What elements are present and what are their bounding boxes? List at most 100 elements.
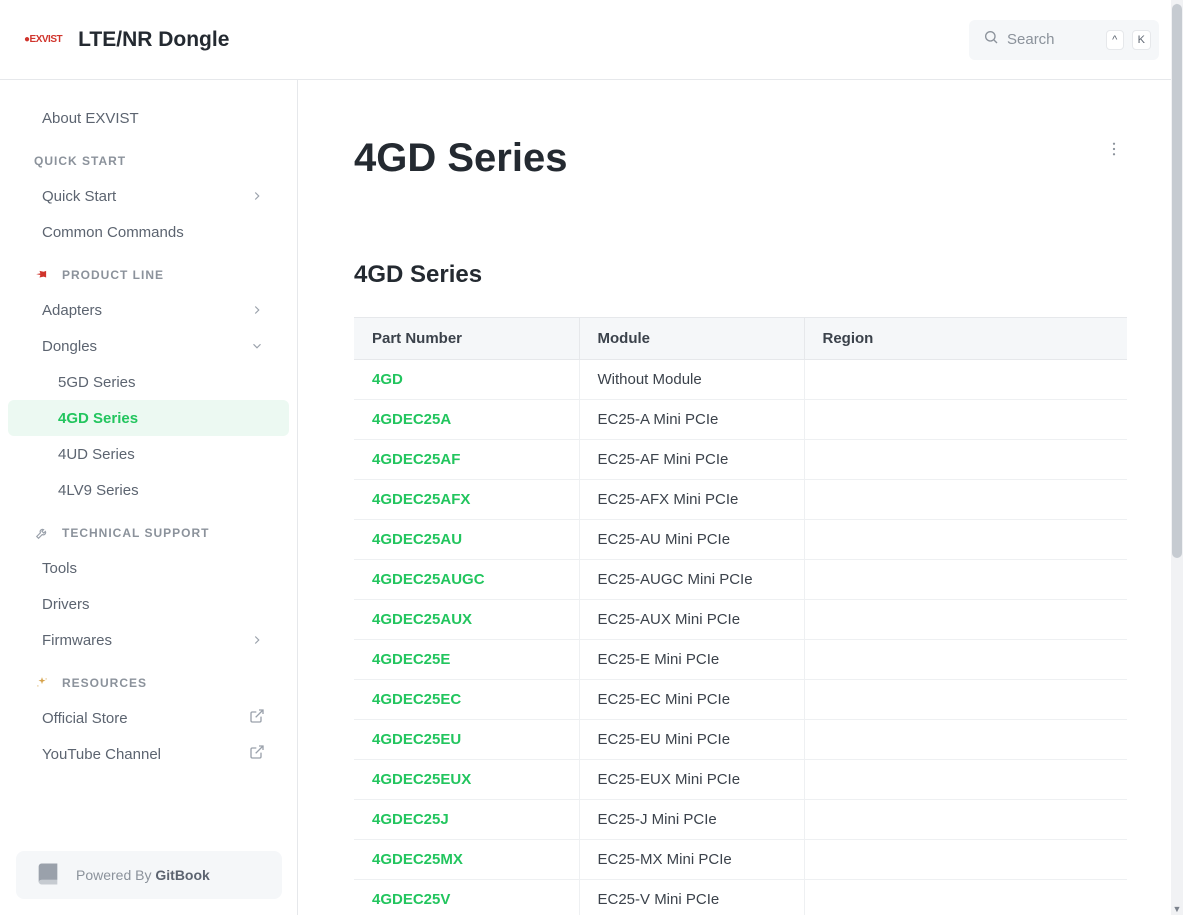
tools-icon [34,526,50,540]
table-row: 4GDEC25EUX EC25-EUX Mini PCIe [354,760,1127,800]
sidebar-item-official-store[interactable]: Official Store [8,700,289,736]
part-number-link[interactable]: 4GDEC25AFX [372,491,470,508]
search-button[interactable]: Search ^ K [969,20,1159,60]
cell-region [804,760,1127,800]
part-number-link[interactable]: 4GDEC25EU [372,731,461,748]
cell-module: EC25-J Mini PCIe [579,800,804,840]
table-row: 4GDEC25AFX EC25-AFX Mini PCIe [354,480,1127,520]
cell-part-number: 4GD [354,360,579,400]
chevron-right-icon [249,632,265,648]
sidebar-item-5gd[interactable]: 5GD Series [8,364,289,400]
part-number-link[interactable]: 4GDEC25A [372,411,451,428]
sidebar-item-label: Quick Start [42,188,116,205]
powered-by-gitbook[interactable]: Powered By GitBook [16,851,282,899]
sidebar-item-about[interactable]: About EXVIST [8,100,289,136]
sidebar-item-4ud[interactable]: 4UD Series [8,436,289,472]
part-number-link[interactable]: 4GDEC25V [372,891,450,908]
sidebar-item-quick-start[interactable]: Quick Start [8,178,289,214]
sidebar-section-product-line: PRODUCT LINE [0,250,297,292]
part-number-link[interactable]: 4GDEC25AUGC [372,571,485,588]
sidebar-item-youtube[interactable]: YouTube Channel [8,736,289,772]
sidebar-item-label: About EXVIST [42,110,139,127]
sidebar-item-label: Dongles [42,338,97,355]
sidebar-item-label: 4LV9 Series [58,482,139,499]
sidebar-item-label: 5GD Series [58,374,136,391]
part-number-link[interactable]: 4GDEC25MX [372,851,463,868]
sidebar-item-4lv9[interactable]: 4LV9 Series [8,472,289,508]
cell-part-number: 4GDEC25AFX [354,480,579,520]
sidebar-item-firmwares[interactable]: Firmwares [8,622,289,658]
powered-text: Powered By GitBook [76,867,210,883]
cell-part-number: 4GDEC25AU [354,520,579,560]
part-number-link[interactable]: 4GDEC25EUX [372,771,471,788]
cell-module: Without Module [579,360,804,400]
scroll-down-arrow[interactable]: ▼ [1171,903,1183,915]
sidebar-item-4gd[interactable]: 4GD Series [8,400,289,436]
cell-region [804,560,1127,600]
cell-part-number: 4GDEC25V [354,880,579,915]
sidebar: About EXVIST QUICK START Quick Start Com… [0,80,298,915]
cell-module: EC25-EUX Mini PCIe [579,760,804,800]
part-number-link[interactable]: 4GDEC25AUX [372,611,472,628]
cell-region [804,360,1127,400]
cell-region [804,600,1127,640]
sidebar-item-common-commands[interactable]: Common Commands [8,214,289,250]
part-number-link[interactable]: 4GDEC25J [372,811,449,828]
cell-part-number: 4GDEC25E [354,640,579,680]
chevron-down-icon [249,338,265,354]
cell-region [804,640,1127,680]
sidebar-item-label: YouTube Channel [42,746,161,763]
table-row: 4GDEC25J EC25-J Mini PCIe [354,800,1127,840]
cell-module: EC25-AU Mini PCIe [579,520,804,560]
header: ●EXVIST LTE/NR Dongle Search ^ K [0,0,1183,80]
cell-module: EC25-AFX Mini PCIe [579,480,804,520]
part-number-link[interactable]: 4GDEC25AU [372,531,462,548]
cell-part-number: 4GDEC25A [354,400,579,440]
part-number-link[interactable]: 4GDEC25EC [372,691,461,708]
cell-part-number: 4GDEC25EC [354,680,579,720]
page-actions-menu[interactable] [1101,136,1127,167]
main-content: 4GD Series 4GD Series Part Number Module… [298,80,1183,915]
sidebar-item-drivers[interactable]: Drivers [8,586,289,622]
cell-part-number: 4GDEC25EU [354,720,579,760]
cell-module: EC25-AF Mini PCIe [579,440,804,480]
cell-module: EC25-AUGC Mini PCIe [579,560,804,600]
sidebar-item-adapters[interactable]: Adapters [8,292,289,328]
site-title[interactable]: LTE/NR Dongle [78,28,229,52]
cell-module: EC25-E Mini PCIe [579,640,804,680]
part-number-link[interactable]: 4GDEC25E [372,651,450,668]
page-scrollbar[interactable]: ▲ ▼ [1171,0,1183,915]
col-module: Module [579,318,804,360]
cell-region [804,440,1127,480]
part-number-link[interactable]: 4GDEC25AF [372,451,460,468]
cell-module: EC25-AUX Mini PCIe [579,600,804,640]
cell-region [804,880,1127,915]
products-table: Part Number Module Region 4GDWithout Mod… [354,317,1127,915]
cell-module: EC25-EU Mini PCIe [579,720,804,760]
sidebar-item-label: Adapters [42,302,102,319]
table-row: 4GDEC25AU EC25-AU Mini PCIe [354,520,1127,560]
external-link-icon [249,744,265,764]
search-icon [983,29,999,50]
sidebar-item-dongles[interactable]: Dongles [8,328,289,364]
sidebar-item-tools[interactable]: Tools [8,550,289,586]
table-row: 4GDEC25VEC25-V Mini PCIe [354,880,1127,915]
search-placeholder: Search [1007,31,1098,48]
sidebar-item-label: Official Store [42,710,128,727]
table-row: 4GDEC25EU EC25-EU Mini PCIe [354,720,1127,760]
cell-module: EC25-EC Mini PCIe [579,680,804,720]
table-row: 4GDEC25AUX EC25-AUX Mini PCIe [354,600,1127,640]
part-number-link[interactable]: 4GD [372,371,403,388]
cell-module: EC25-MX Mini PCIe [579,840,804,880]
cell-part-number: 4GDEC25EUX [354,760,579,800]
col-region: Region [804,318,1127,360]
table-row: 4GDEC25MX EC25-MX Mini PCIe [354,840,1127,880]
pin-icon [34,268,50,282]
cell-part-number: 4GDEC25AUGC [354,560,579,600]
table-row: 4GDEC25AUGC EC25-AUGC Mini PCIe [354,560,1127,600]
cell-region [804,400,1127,440]
table-row: 4GDEC25AF EC25-AF Mini PCIe [354,440,1127,480]
scrollbar-thumb[interactable] [1172,4,1182,558]
brand-logo[interactable]: ●EXVIST [24,34,62,45]
sidebar-item-label: Tools [42,560,77,577]
